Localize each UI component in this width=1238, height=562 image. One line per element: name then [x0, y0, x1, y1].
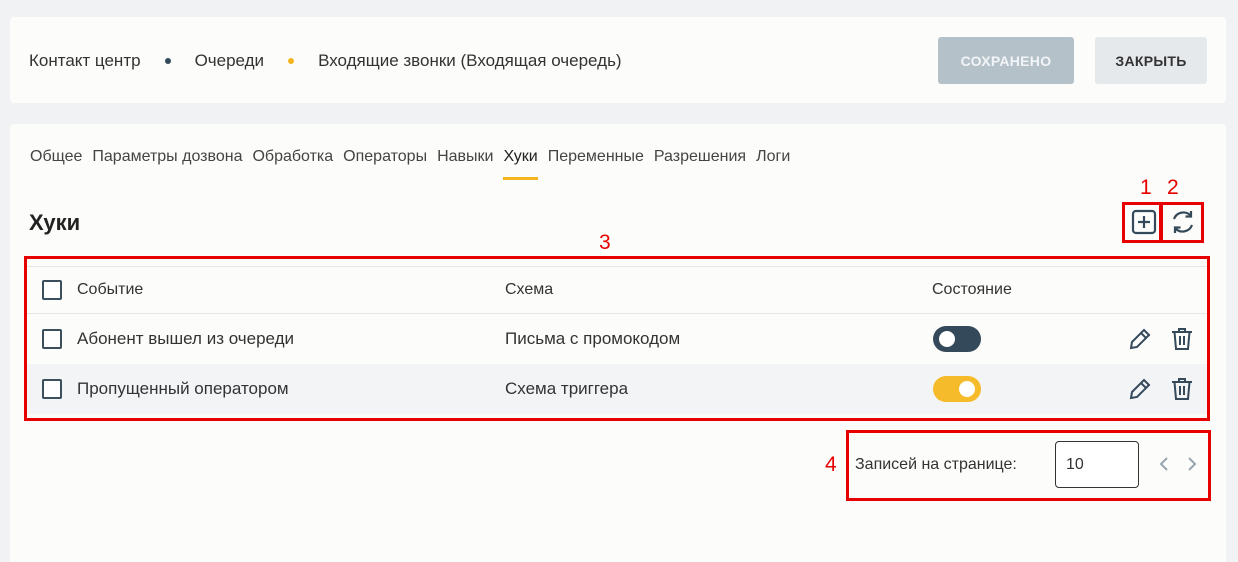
annotation-box-refresh [1160, 202, 1204, 243]
tab-hooks[interactable]: Хуки [503, 148, 539, 180]
tab-permissions[interactable]: Разрешения [654, 148, 746, 180]
annotation-number-1: 1 [1140, 176, 1152, 199]
close-button[interactable]: ЗАКРЫТЬ [1095, 37, 1207, 84]
breadcrumb-item-current: Входящие звонки (Входящая очередь) [318, 51, 622, 70]
breadcrumb-item-queues[interactable]: Очереди [195, 51, 265, 71]
breadcrumb-separator-dot [164, 58, 171, 64]
tab-variables[interactable]: Переменные [548, 148, 644, 180]
tab-dial-params[interactable]: Параметры дозвона [92, 148, 242, 180]
tab-general[interactable]: Общее [30, 148, 82, 180]
annotation-box-table [24, 256, 1210, 421]
annotation-number-4: 4 [825, 453, 837, 476]
saved-button[interactable]: СОХРАНЕНО [938, 37, 1074, 84]
annotation-number-3: 3 [599, 231, 611, 254]
section-title: Хуки [29, 210, 81, 235]
tab-logs[interactable]: Логи [756, 148, 790, 180]
tab-skills[interactable]: Навыки [437, 148, 493, 180]
breadcrumb-separator-dot [288, 58, 295, 64]
tab-processing[interactable]: Обработка [252, 148, 333, 180]
annotation-box-add [1122, 202, 1162, 243]
annotation-box-pagination [846, 430, 1211, 501]
breadcrumb-item-contact-center[interactable]: Контакт центр [29, 51, 141, 71]
header-card: Контакт центр Очереди Входящие звонки (В… [10, 17, 1226, 103]
tab-operators[interactable]: Операторы [343, 148, 427, 180]
tab-bar: Общее Параметры дозвона Обработка Операт… [30, 148, 800, 180]
annotation-number-2: 2 [1167, 176, 1179, 199]
breadcrumb: Контакт центр Очереди Входящие звонки (В… [29, 51, 622, 71]
